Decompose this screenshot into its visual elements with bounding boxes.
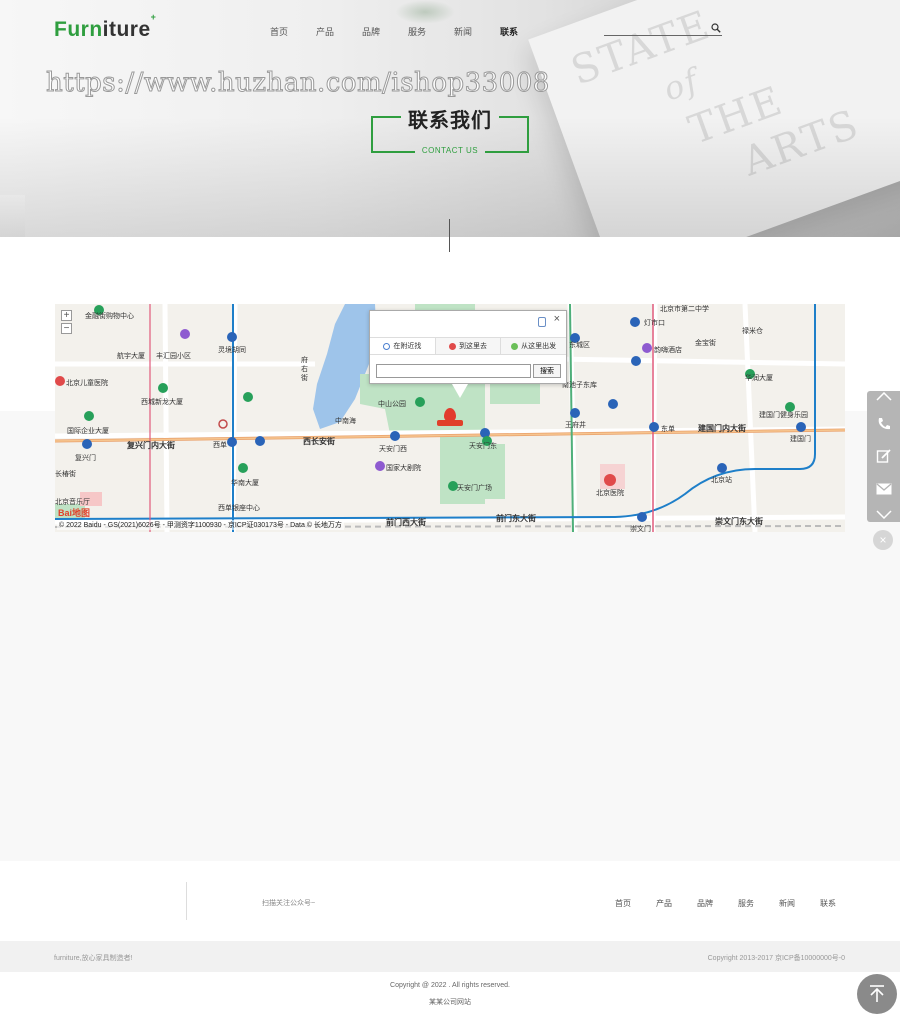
footer-nav-home[interactable]: 首页 [615,898,631,909]
back-to-top-button[interactable] [857,974,897,1014]
page-subtitle: CONTACT US [421,146,479,155]
search-icon[interactable] [711,23,721,33]
mail-icon[interactable] [867,474,900,504]
nav-contact[interactable]: 联系 [500,25,546,38]
nav-news[interactable]: 新闻 [454,25,500,38]
tab-nearby[interactable]: 在附近找 [370,338,436,354]
baidu-map[interactable]: 金融街购物中心 航宇大厦 丰汇园小区 灵境胡同 府右街 中南海 北京儿童医院 西… [55,304,845,532]
popup-tabs: 在附近找 到这里去 从这里出发 [370,337,567,355]
footer-slogan: furniture,放心家具制造者! [54,955,133,962]
marker-label[interactable] [437,420,463,426]
nav-products[interactable]: 产品 [316,25,362,38]
phone-pin-icon[interactable] [538,317,546,327]
search-input[interactable] [604,26,704,38]
tab-start-here[interactable]: 从这里出发 [501,338,567,354]
watermark-url: https://www.huzhan.com/ishop33008 [46,68,550,99]
footer-bar: furniture,放心家具制造者! Copyright 2013-2017 京… [0,941,900,972]
nav-brand[interactable]: 品牌 [362,25,408,38]
contact-title-frame: 联系我们 CONTACT US [371,104,529,155]
footer-nav: 首页 产品 品牌 服务 新闻 联系 [615,898,836,909]
close-icon[interactable]: × [554,313,560,325]
vase-decoration [395,0,455,24]
map-copyright: © 2022 Baidu - GS(2021)6026号 - 甲测资字11009… [57,520,344,530]
nav-service[interactable]: 服务 [408,25,454,38]
zoom-in-button[interactable]: + [61,310,72,321]
baidu-map-logo[interactable]: Bai地图 [58,506,90,519]
footer-divider [186,882,187,920]
toolbar-close-icon[interactable]: × [873,530,893,550]
footer-nav-contact[interactable]: 联系 [820,898,836,909]
popup-search-button[interactable]: 搜索 [533,364,561,378]
phone-icon[interactable] [867,409,900,439]
edit-icon[interactable] [867,441,900,471]
footer-nav-news[interactable]: 新闻 [779,898,795,909]
map-info-popup: × 在附近找 到这里去 从这里出发 搜索 [369,310,567,398]
footer-company[interactable]: 某某公司网站 [0,997,900,1007]
divider-line [449,219,450,252]
qr-caption: 扫描关注公众号~ [262,900,316,907]
arrow-up-icon [870,985,884,1002]
footer-copyright: Copyright @ 2022 . All rights reserved. [390,982,510,989]
tab-go-here[interactable]: 到这里去 [435,338,502,354]
side-toolbar [867,391,900,522]
footer-nav-service[interactable]: 服务 [738,898,754,909]
footer-nav-products[interactable]: 产品 [656,898,672,909]
scroll-down-icon[interactable] [867,504,900,524]
nav-home[interactable]: 首页 [270,25,316,38]
page-title: 联系我们 [408,110,492,132]
site-logo[interactable]: Furniture+ [54,12,156,42]
main-nav: 首页 产品 品牌 服务 新闻 联系 [270,25,546,38]
popup-search-input[interactable] [376,364,531,378]
search-box [604,22,722,38]
footer-icp[interactable]: Copyright 2013-2017 京ICP备10000000号-0 [708,953,845,963]
scroll-up-icon[interactable] [867,386,900,406]
footer-nav-brand[interactable]: 品牌 [697,898,713,909]
map-zoom-control: + − [61,310,73,336]
zoom-out-button[interactable]: − [61,323,72,334]
